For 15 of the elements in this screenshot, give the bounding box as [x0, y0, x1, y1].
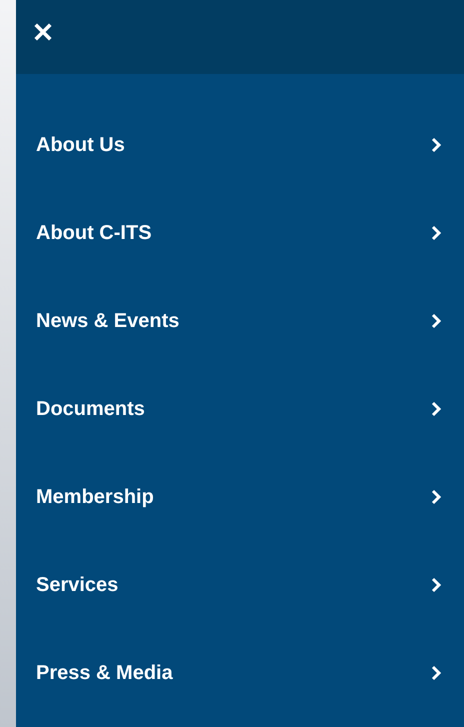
menu-item[interactable]: News & Events: [16, 277, 464, 365]
chevron-icon: [430, 576, 442, 594]
menu-item[interactable]: About Us: [16, 101, 464, 189]
chevron-icon: [430, 136, 442, 154]
chevron-icon: [430, 400, 442, 418]
close-icon[interactable]: [34, 23, 52, 41]
menu-item[interactable]: About C-ITS: [16, 189, 464, 277]
menu-item[interactable]: Membership: [16, 453, 464, 541]
chevron-icon: [430, 312, 442, 330]
menu-item[interactable]: Documents: [16, 365, 464, 453]
chevron-icon: [430, 664, 442, 682]
menu-item[interactable]: Press & Media: [16, 629, 464, 717]
chevron-icon: [430, 488, 442, 506]
chevron-icon: [430, 224, 442, 242]
menu-item[interactable]: Services: [16, 541, 464, 629]
